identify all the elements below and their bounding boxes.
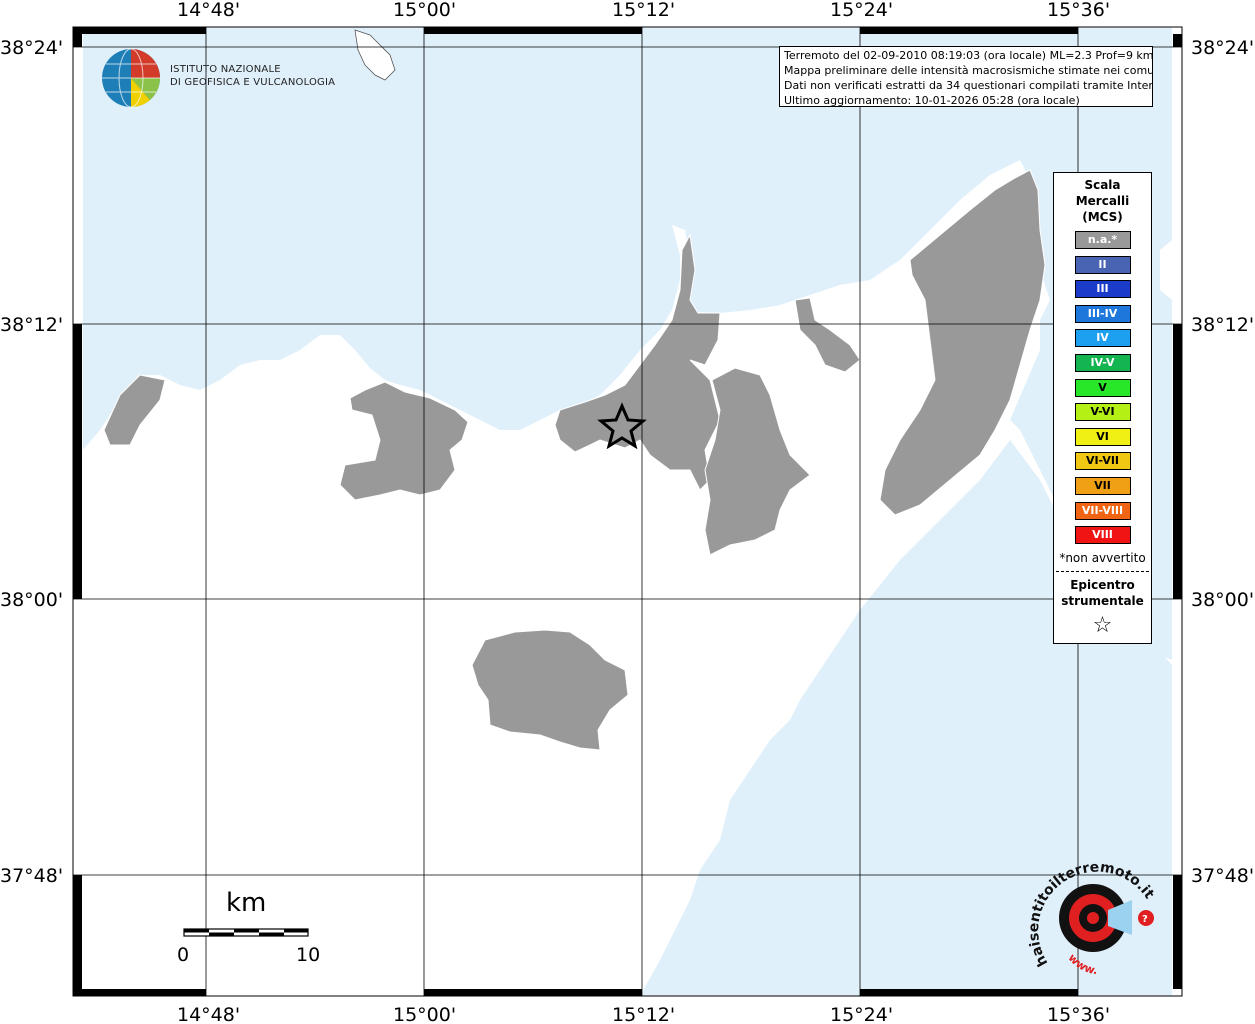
haisentito-logo-text: haisentitoilterremoto.it www.	[1028, 859, 1157, 977]
lat-label-right: 38°00'	[1191, 589, 1254, 611]
lon-label-top: 15°12'	[612, 0, 675, 21]
legend-item: VII	[1074, 476, 1131, 495]
legend-title-line: (MCS)	[1082, 210, 1123, 224]
lat-label-right: 37°48'	[1191, 865, 1254, 887]
lat-label-right: 38°12'	[1191, 314, 1254, 336]
event-info-line: Dati non verificati estratti da 34 quest…	[784, 79, 1153, 92]
epicenter-star-legend-icon: ☆	[1092, 612, 1113, 638]
legend-item: VIII	[1074, 526, 1131, 545]
svg-text:haisentitoilterremoto.it: haisentitoilterremoto.it	[1028, 859, 1157, 968]
legend-epicenter-label: Epicentro strumentale	[1054, 577, 1151, 609]
event-info-line: Ultimo aggiornamento: 10-01-2026 05:28 (…	[784, 94, 1080, 107]
lon-label-bottom: 14°48'	[177, 1004, 240, 1024]
lon-label-top: 15°00'	[393, 0, 456, 21]
lat-label-left: 38°00'	[0, 589, 63, 611]
lat-label-left: 38°24'	[0, 37, 63, 59]
legend-item: V	[1074, 378, 1131, 397]
legend-items: n.a.* II III III-IV IV IV-V V V-VI VI VI-VII VII VI…	[1054, 231, 1151, 545]
legend-item: IV	[1074, 329, 1131, 348]
legend-item: n.a.*	[1074, 231, 1131, 249]
legend-item: IV-V	[1074, 353, 1131, 372]
lat-label-right: 38°24'	[1191, 37, 1254, 59]
legend-title-line: Mercalli	[1075, 194, 1130, 208]
legend-epicenter-line: Epicentro	[1070, 577, 1135, 592]
scale-bar-tick-end: 10	[296, 944, 321, 966]
legend-divider	[1056, 570, 1149, 572]
lon-label-bottom: 15°00'	[393, 1004, 456, 1024]
legend-item: VI	[1074, 427, 1131, 446]
ingv-name-line1: ISTITUTO NAZIONALE	[170, 64, 281, 75]
legend-item: III-IV	[1074, 304, 1131, 323]
lat-label-left: 38°12'	[0, 314, 63, 336]
event-info-box: Terremoto del 02-09-2010 08:19:03 (ora l…	[779, 46, 1153, 107]
brand-url-text: haisentitoilterremoto.it	[1028, 859, 1157, 968]
svg-text:www.: www.	[1066, 951, 1099, 977]
scale-bar	[183, 928, 309, 937]
lon-label-top: 15°24'	[830, 0, 893, 21]
lon-label-top: 15°36'	[1047, 0, 1110, 21]
legend-item: VII-VIII	[1074, 501, 1131, 520]
legend-title: Scala Mercalli (MCS)	[1054, 177, 1151, 225]
legend-title-line: Scala	[1084, 178, 1121, 192]
lon-label-bottom: 15°12'	[612, 1004, 675, 1024]
scale-bar-unit: km	[226, 888, 267, 918]
lon-label-top: 14°48'	[177, 0, 240, 21]
intensity-legend: Scala Mercalli (MCS) n.a.* II III III-IV IV I…	[1053, 172, 1152, 644]
lon-label-bottom: 15°24'	[830, 1004, 893, 1024]
lat-label-left: 37°48'	[0, 865, 63, 887]
legend-item: III	[1074, 280, 1131, 299]
ingv-name-line2: DI GEOFISICA E VULCANOLOGIA	[170, 77, 336, 88]
legend-item: II	[1074, 255, 1131, 274]
ingv-logo-text: ISTITUTO NAZIONALE DI GEOFISICA E VULCAN…	[170, 63, 335, 89]
brand-prefix-text: www.	[1066, 951, 1099, 977]
lon-label-bottom: 15°36'	[1047, 1004, 1110, 1024]
legend-item: V-VI	[1074, 403, 1131, 422]
legend-epicenter-line: strumentale	[1061, 593, 1144, 608]
scale-bar-tick-start: 0	[177, 944, 190, 966]
ingv-logo	[102, 48, 161, 108]
legend-item: VI-VII	[1074, 452, 1131, 471]
event-info-line: Mappa preliminare delle intensità macros…	[784, 64, 1153, 77]
event-info-line: Terremoto del 02-09-2010 08:19:03 (ora l…	[784, 49, 1153, 62]
legend-footnote: *non avvertito	[1059, 550, 1146, 565]
